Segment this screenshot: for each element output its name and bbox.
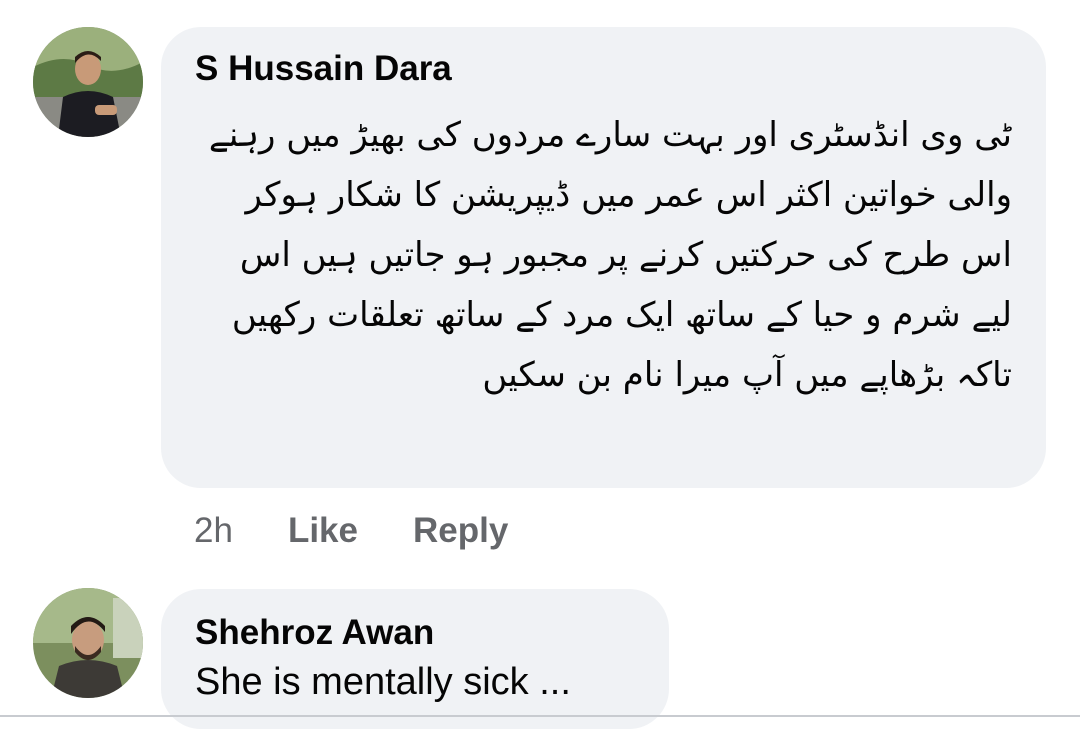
comment-bubble: Shehroz Awan She is mentally sick ... xyxy=(161,589,669,729)
like-button[interactable]: Like xyxy=(288,511,358,551)
comment-timestamp[interactable]: 2h xyxy=(194,511,233,551)
comment-author[interactable]: S Hussain Dara xyxy=(195,49,1012,89)
comment-actions: 2h Like Reply xyxy=(194,508,563,554)
comment-author[interactable]: Shehroz Awan xyxy=(195,613,635,653)
avatar-photo xyxy=(33,588,143,698)
divider xyxy=(0,715,1080,717)
reply-button[interactable]: Reply xyxy=(413,511,508,551)
comment-text: She is mentally sick ... xyxy=(195,661,571,703)
comment-text: ٹی وی انڈسٹری اور بہت سارے مردوں کی بھیڑ… xyxy=(208,115,1012,395)
avatar[interactable] xyxy=(33,27,143,137)
avatar[interactable] xyxy=(33,588,143,698)
avatar-photo xyxy=(33,27,143,137)
comment-bubble: S Hussain Dara ٹی وی انڈسٹری اور بہت سار… xyxy=(161,27,1046,488)
